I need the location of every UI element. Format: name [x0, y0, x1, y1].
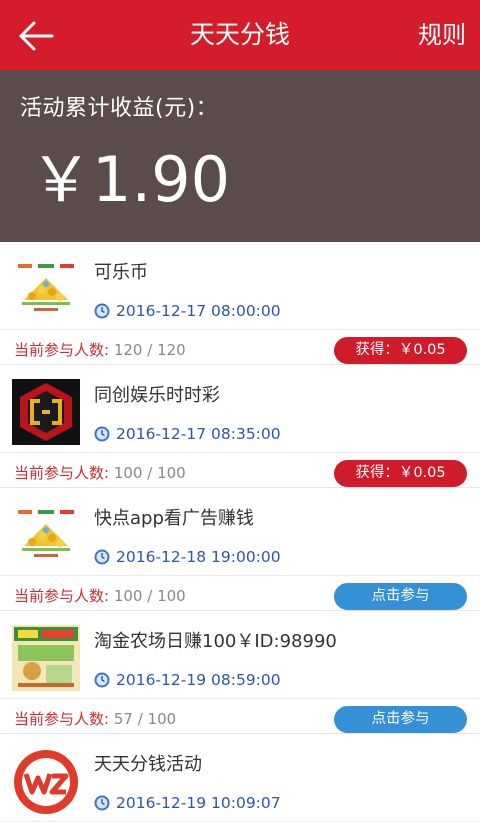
count-label: 当前参与人数	[14, 341, 105, 359]
item-time-text: 2016-12-17 08:35:00	[116, 425, 281, 443]
item-name: 淘金农场日赚100￥ID:98990	[94, 631, 337, 652]
participant-count: 当前参与人数: 120 / 120	[14, 341, 186, 359]
clock-icon	[94, 426, 110, 442]
clock-icon	[94, 795, 110, 811]
wz-logo-icon	[14, 750, 78, 814]
earnings-amount: ￥1.90	[30, 143, 231, 216]
count-value: 120 / 120	[113, 341, 186, 359]
clock-icon	[94, 549, 110, 565]
item-name: 同创娱乐时时彩	[94, 385, 220, 406]
count-value: 100 / 100	[113, 587, 186, 605]
earnings-summary: 活动累计收益(元)： ￥1.90	[0, 70, 480, 242]
count-value: 100 / 100	[113, 464, 186, 482]
item-time: 2016-12-19 08:59:00	[94, 671, 281, 689]
list-item[interactable]: 天天分钱活动 2016-12-19 10:09:07	[0, 734, 480, 822]
page-title: 天天分钱	[189, 20, 290, 49]
item-name: 可乐币	[94, 262, 148, 283]
item-time: 2016-12-17 08:35:00	[94, 425, 281, 443]
count-label: 当前参与人数	[14, 587, 105, 605]
item-name: 快点app看广告赚钱	[94, 508, 254, 529]
list-item[interactable]: 快点app看广告赚钱 2016-12-18 19:00:00 当前参与人数: 1…	[0, 488, 480, 611]
top-bar: 天天分钱 规则	[0, 0, 480, 70]
count-label: 当前参与人数	[14, 464, 105, 482]
item-time-text: 2016-12-19 10:09:07	[116, 794, 281, 812]
join-button[interactable]: 点击参与	[334, 583, 467, 610]
list-item[interactable]: 可乐币 2016-12-17 08:00:00 当前参与人数: 120 / 12…	[0, 242, 480, 365]
list-item[interactable]: 同创娱乐时时彩 2016-12-17 08:35:00 当前参与人数: 100 …	[0, 365, 480, 488]
pyramid-coins-icon	[12, 502, 80, 568]
rules-button[interactable]: 规则	[418, 0, 466, 70]
item-time-text: 2016-12-17 08:00:00	[116, 302, 281, 320]
clock-icon	[94, 303, 110, 319]
activity-list: 可乐币 2016-12-17 08:00:00 当前参与人数: 120 / 12…	[0, 242, 480, 822]
earnings-label: 活动累计收益(元)：	[20, 96, 219, 121]
count-value: 57 / 100	[113, 710, 177, 728]
item-time-text: 2016-12-19 08:59:00	[116, 671, 281, 689]
item-time: 2016-12-18 19:00:00	[94, 548, 281, 566]
item-time: 2016-12-17 08:00:00	[94, 302, 281, 320]
farm-poster-icon	[12, 625, 80, 691]
pyramid-coins-icon	[12, 256, 80, 322]
participant-count: 当前参与人数: 100 / 100	[14, 464, 186, 482]
earned-badge: 获得：￥0.05	[334, 460, 467, 487]
participant-count: 当前参与人数: 57 / 100	[14, 710, 177, 728]
participant-count: 当前参与人数: 100 / 100	[14, 587, 186, 605]
clock-icon	[94, 672, 110, 688]
item-time-text: 2016-12-18 19:00:00	[116, 548, 281, 566]
red-logo-icon	[12, 379, 80, 445]
item-name: 天天分钱活动	[94, 754, 202, 775]
earned-badge: 获得：￥0.05	[334, 337, 467, 364]
list-item[interactable]: 淘金农场日赚100￥ID:98990 2016-12-19 08:59:00 当…	[0, 611, 480, 734]
item-time: 2016-12-19 10:09:07	[94, 794, 281, 812]
join-button[interactable]: 点击参与	[334, 706, 467, 733]
count-label: 当前参与人数	[14, 710, 105, 728]
